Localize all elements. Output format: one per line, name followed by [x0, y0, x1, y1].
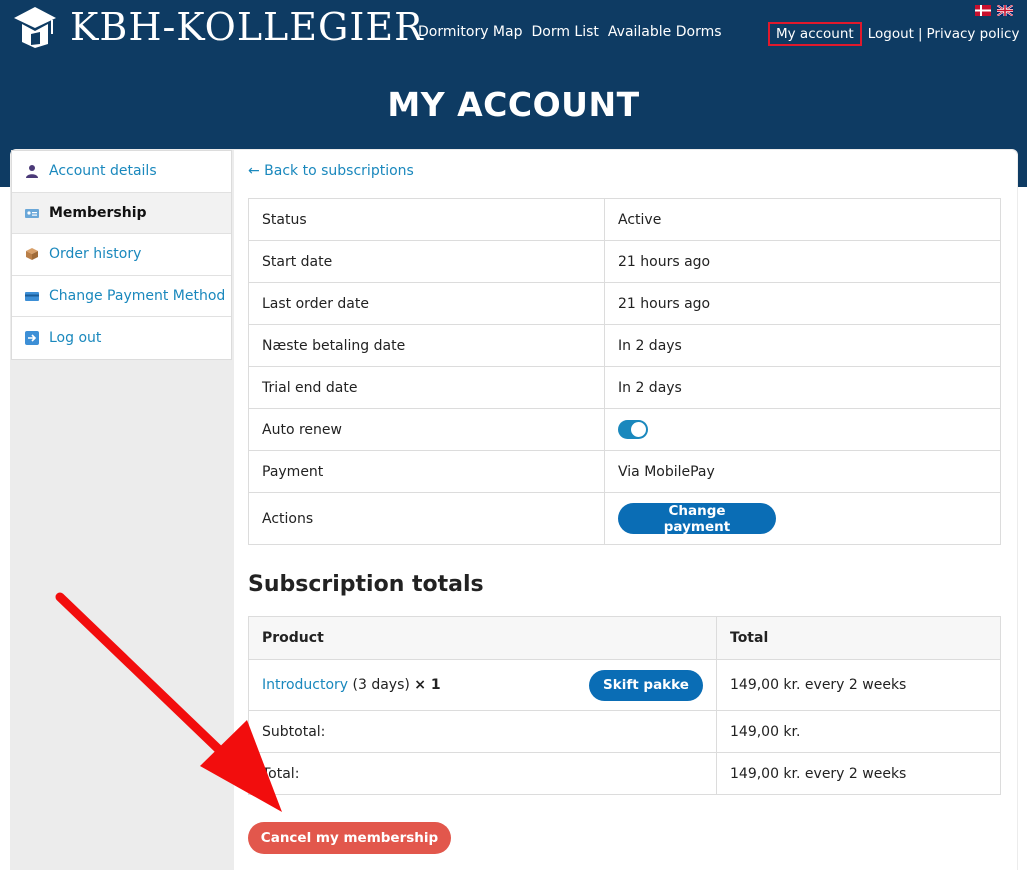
product-duration: (3 days): [352, 677, 410, 693]
nav-available-dorms[interactable]: Available Dorms: [608, 24, 722, 40]
sidebar-item-change-payment[interactable]: Change Payment Method: [12, 276, 231, 317]
table-row: Actions Change payment: [248, 492, 1001, 545]
logout-link[interactable]: Logout: [868, 26, 914, 42]
table-row: Subtotal: 149,00 kr.: [248, 710, 1001, 753]
product-header: Product: [248, 616, 717, 660]
sidebar-item-membership[interactable]: Membership: [12, 192, 231, 234]
total-value: 149,00 kr. every 2 weeks: [716, 752, 1001, 795]
status-value: Active: [604, 198, 1001, 241]
account-sidebar: Account details Membership Order history…: [11, 150, 232, 360]
auto-renew-cell: [604, 408, 1001, 451]
row-label: Næste betaling date: [248, 324, 605, 367]
row-label: Actions: [248, 492, 605, 545]
subtotal-label: Subtotal:: [248, 710, 717, 753]
sidebar-item-log-out[interactable]: Log out: [12, 317, 231, 359]
row-label: Auto renew: [248, 408, 605, 451]
table-row: Auto renew: [248, 408, 1001, 451]
product-cell: Introductory (3 days) × 1 Skift pakke: [248, 659, 717, 711]
english-flag-icon[interactable]: [997, 5, 1013, 16]
sidebar-item-account-details[interactable]: Account details: [12, 151, 231, 193]
change-payment-button[interactable]: Change payment: [618, 502, 776, 535]
table-row: Trial end date In 2 days: [248, 366, 1001, 409]
sidebar-item-label: Account details: [49, 163, 157, 180]
product-description: Introductory (3 days) × 1: [262, 677, 441, 693]
row-label: Status: [248, 198, 605, 241]
table-row: Payment Via MobilePay: [248, 450, 1001, 493]
product-quantity: × 1: [414, 677, 441, 693]
subtotal-value: 149,00 kr.: [716, 710, 1001, 753]
table-row: Total: 149,00 kr. every 2 weeks: [248, 752, 1001, 795]
trial-end-date-value: In 2 days: [604, 366, 1001, 409]
subscription-details-table: Status Active Start date 21 hours ago La…: [248, 198, 1001, 545]
account-nav: My account Logout | Privacy policy: [768, 22, 1019, 46]
start-date-value: 21 hours ago: [604, 240, 1001, 283]
back-to-subscriptions-link[interactable]: ← Back to subscriptions: [248, 163, 414, 179]
id-card-icon: [25, 208, 39, 218]
product-total-value: 149,00 kr. every 2 weeks: [716, 659, 1001, 711]
user-icon: [26, 165, 38, 179]
site-logo[interactable]: KBH-KOLLEGIER: [12, 4, 424, 50]
table-row: Last order date 21 hours ago: [248, 282, 1001, 325]
sidebar-item-label: Change Payment Method: [49, 287, 226, 304]
box-icon: [26, 248, 38, 261]
total-header: Total: [716, 616, 1001, 660]
logo-mark-icon: [14, 7, 56, 48]
my-account-link[interactable]: My account: [768, 22, 862, 46]
total-label: Total:: [248, 752, 717, 795]
sidebar-item-label: Membership: [49, 204, 147, 221]
cancel-membership-button[interactable]: Cancel my membership: [248, 822, 451, 854]
language-switcher: [975, 5, 1013, 16]
table-row: Status Active: [248, 198, 1001, 241]
change-package-button[interactable]: Skift pakke: [589, 669, 703, 701]
nav-dorm-list[interactable]: Dorm List: [531, 24, 598, 40]
actions-cell: Change payment: [604, 492, 1001, 545]
payment-method-value: Via MobilePay: [604, 450, 1001, 493]
nav-separator: |: [917, 26, 923, 42]
table-header-row: Product Total: [248, 616, 1001, 660]
brand-name: KBH-KOLLEGIER: [70, 5, 424, 49]
row-label: Last order date: [248, 282, 605, 325]
product-link[interactable]: Introductory: [262, 677, 348, 693]
table-row: Introductory (3 days) × 1 Skift pakke 14…: [248, 659, 1001, 711]
last-order-date-value: 21 hours ago: [604, 282, 1001, 325]
page-title: MY ACCOUNT: [387, 85, 640, 124]
logout-icon: [25, 330, 39, 345]
danish-flag-icon[interactable]: [975, 5, 991, 16]
next-payment-date-value: In 2 days: [604, 324, 1001, 367]
nav-dormitory-map[interactable]: Dormitory Map: [418, 24, 522, 40]
table-row: Start date 21 hours ago: [248, 240, 1001, 283]
table-row: Næste betaling date In 2 days: [248, 324, 1001, 367]
sidebar-item-label: Order history: [49, 246, 142, 263]
auto-renew-toggle[interactable]: [618, 420, 648, 439]
credit-card-icon: [25, 291, 39, 301]
subscription-totals-table: Product Total Introductory (3 days) × 1 …: [248, 616, 1001, 795]
row-label: Trial end date: [248, 366, 605, 409]
subscription-totals-heading: Subscription totals: [248, 572, 484, 597]
row-label: Payment: [248, 450, 605, 493]
privacy-policy-link[interactable]: Privacy policy: [927, 26, 1020, 42]
main-nav: Dormitory Map Dorm List Available Dorms: [418, 24, 722, 40]
row-label: Start date: [248, 240, 605, 283]
sidebar-item-label: Log out: [49, 329, 102, 346]
sidebar-item-order-history[interactable]: Order history: [12, 234, 231, 276]
